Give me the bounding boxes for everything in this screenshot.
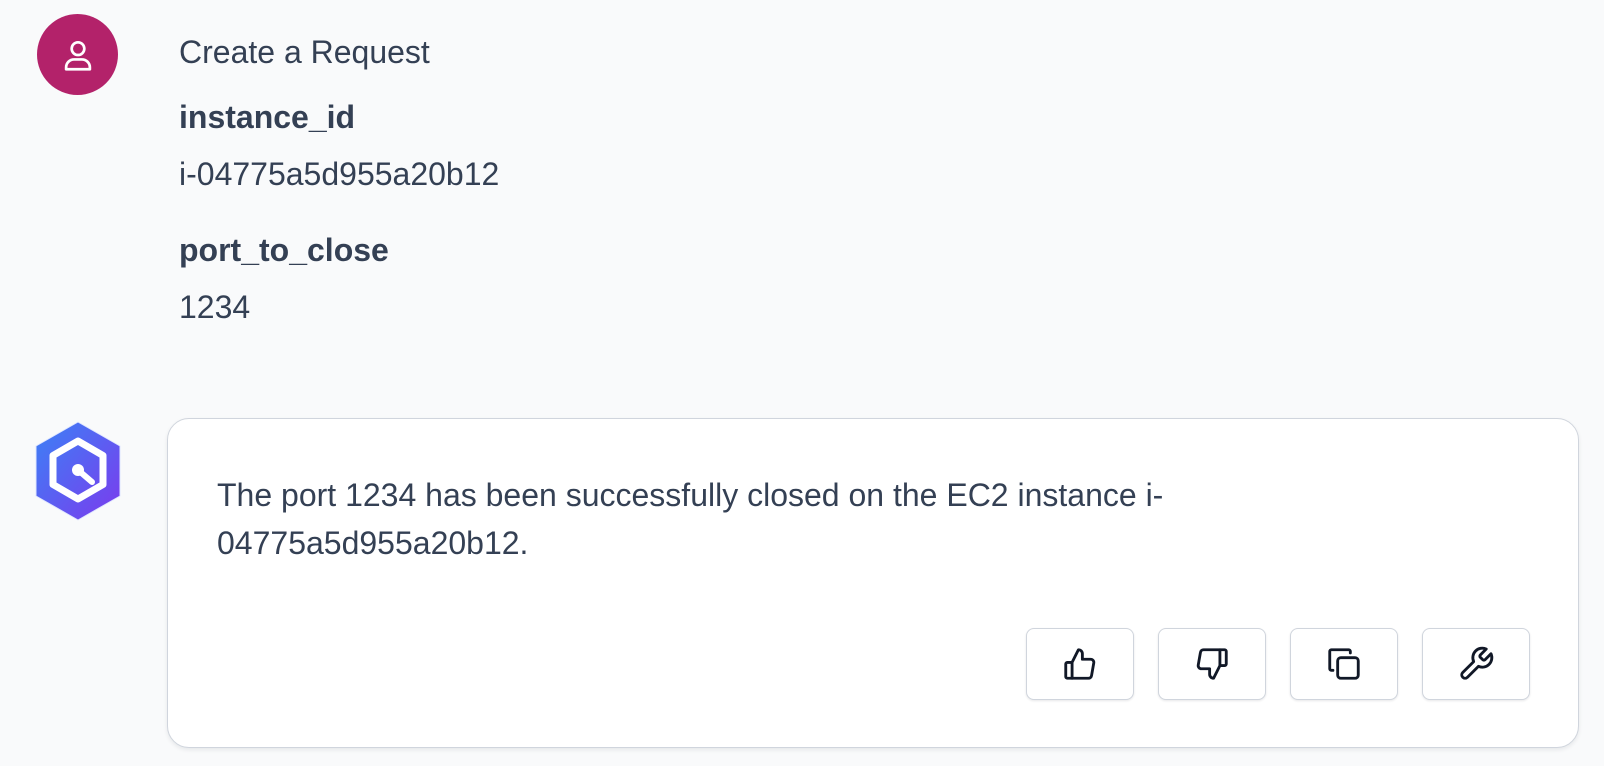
thumbs-up-button[interactable] xyxy=(1026,628,1134,700)
thumbs-up-icon xyxy=(1064,648,1096,680)
field-value-port-to-close: 1234 xyxy=(179,289,251,325)
user-icon xyxy=(64,40,91,71)
field-key-port-to-close: port_to_close xyxy=(179,232,389,268)
thumbs-down-icon xyxy=(1196,648,1228,680)
copy-button[interactable] xyxy=(1290,628,1398,700)
message-actions xyxy=(1026,628,1530,700)
tool-button[interactable] xyxy=(1422,628,1530,700)
user-message: Create a Request xyxy=(179,30,430,68)
field-value-instance-id: i-04775a5d955a20b12 xyxy=(179,156,500,192)
thumbs-down-button[interactable] xyxy=(1158,628,1266,700)
assistant-message-text: The port 1234 has been successfully clos… xyxy=(217,477,1164,561)
request-title: Create a Request xyxy=(179,34,430,70)
hexagon-logo-icon xyxy=(35,421,121,521)
wrench-icon xyxy=(1460,646,1494,680)
assistant-avatar xyxy=(31,418,125,524)
user-avatar xyxy=(37,14,118,95)
copy-icon xyxy=(1328,648,1360,680)
assistant-message-card: The port 1234 has been successfully clos… xyxy=(167,418,1579,748)
field-key-instance-id: instance_id xyxy=(179,99,356,135)
